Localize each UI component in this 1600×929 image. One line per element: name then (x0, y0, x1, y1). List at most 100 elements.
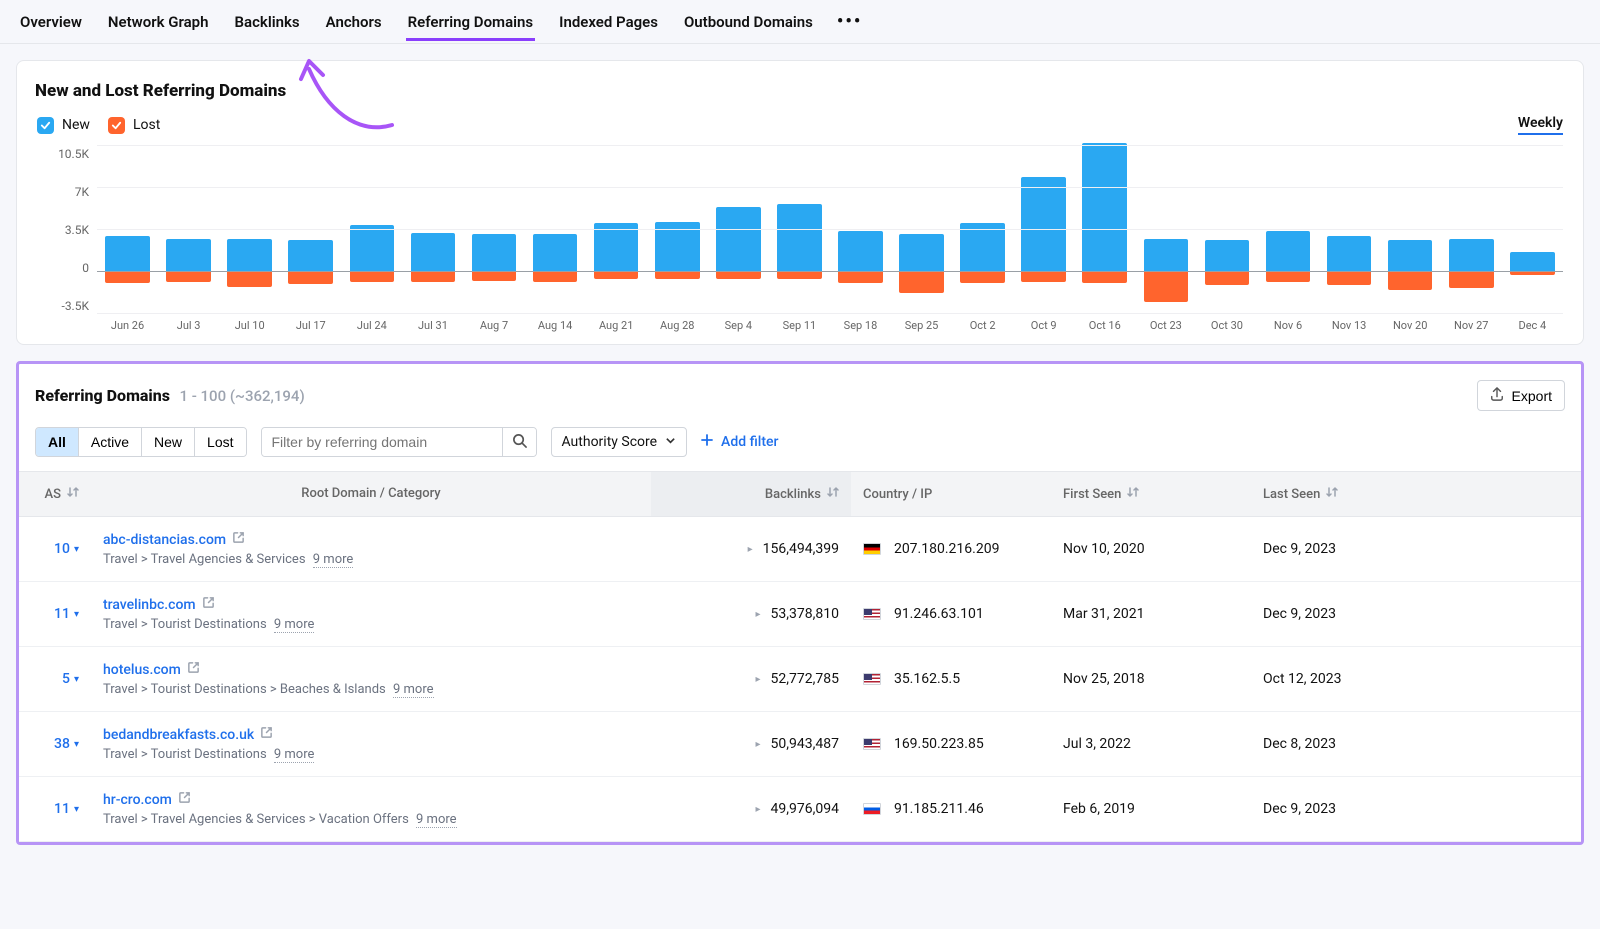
bar-lost (472, 271, 517, 281)
tab-indexed-pages[interactable]: Indexed Pages (557, 3, 660, 41)
bar-new (1327, 236, 1372, 271)
legend-item-new[interactable]: New (37, 117, 90, 134)
bar-new (411, 233, 456, 271)
category-more-link[interactable]: 9 more (393, 682, 434, 698)
category-more-link[interactable]: 9 more (416, 812, 457, 828)
more-tabs-icon[interactable]: ••• (837, 11, 862, 32)
th-ip-label: Country / IP (863, 487, 932, 502)
chevron-right-icon: ▸ (756, 674, 761, 685)
xtick-label: Nov 13 (1319, 319, 1380, 332)
chart-plot (97, 145, 1563, 313)
export-button[interactable]: Export (1477, 380, 1565, 411)
legend-swatch-new (37, 117, 54, 134)
add-filter-label: Add filter (721, 434, 778, 450)
cell-as[interactable]: 11 ▾ (19, 582, 91, 646)
category-path: Travel > Tourist Destinations 9 more (103, 617, 314, 632)
chevron-right-icon: ▸ (756, 739, 761, 750)
cell-first-seen: Nov 10, 2020 (1051, 517, 1251, 581)
segment-active[interactable]: Active (79, 428, 142, 456)
xtick-label: Aug 14 (525, 319, 586, 332)
grid-line (97, 313, 1563, 314)
category-path: Travel > Tourist Destinations 9 more (103, 747, 314, 762)
category-more-link[interactable]: 9 more (313, 552, 354, 568)
bar-lost (1449, 271, 1494, 288)
xtick-label: Oct 2 (952, 319, 1013, 332)
segment-all[interactable]: All (36, 428, 79, 456)
chart-panel-title: New and Lost Referring Domains (29, 77, 1571, 115)
cell-as[interactable]: 10 ▾ (19, 517, 91, 581)
domain-link[interactable]: hotelus.com (103, 661, 200, 678)
table-title: Referring Domains (35, 386, 170, 405)
tab-referring-domains[interactable]: Referring Domains (406, 3, 536, 41)
th-as[interactable]: AS (19, 472, 91, 516)
cell-backlinks[interactable]: ▸53,378,810 (651, 582, 851, 646)
flag-icon (863, 803, 881, 815)
cell-as[interactable]: 11 ▾ (19, 777, 91, 841)
xtick-label: Sep 18 (830, 319, 891, 332)
domain-link[interactable]: hr-cro.com (103, 791, 191, 808)
search-button[interactable] (502, 428, 536, 456)
legend-item-lost[interactable]: Lost (108, 117, 160, 134)
cell-backlinks[interactable]: ▸156,494,399 (651, 517, 851, 581)
domain-filter-input[interactable] (262, 428, 502, 456)
xtick-label: Jul 24 (341, 319, 402, 332)
chevron-down-icon: ▾ (74, 544, 79, 555)
tab-backlinks[interactable]: Backlinks (233, 3, 302, 41)
tab-network-graph[interactable]: Network Graph (106, 3, 211, 41)
xtick-label: Nov 20 (1380, 319, 1441, 332)
cell-as[interactable]: 38 ▾ (19, 712, 91, 776)
domain-link[interactable]: bedandbreakfasts.co.uk (103, 726, 273, 743)
period-selector[interactable]: Weekly (1518, 115, 1563, 135)
bar-new (594, 223, 639, 271)
domain-link[interactable]: travelinbc.com (103, 596, 215, 613)
segment-new[interactable]: New (142, 428, 195, 456)
bar-new (350, 225, 395, 271)
cell-backlinks[interactable]: ▸49,976,094 (651, 777, 851, 841)
cell-first-seen: Mar 31, 2021 (1051, 582, 1251, 646)
table-row: 5 ▾ hotelus.com Travel > Tourist Destina… (19, 647, 1581, 712)
bar-new (1082, 143, 1127, 271)
ytick-label: -3.5K (62, 299, 90, 313)
xtick-label: Jul 17 (280, 319, 341, 332)
ytick-label: 3.5K (65, 223, 89, 237)
th-domain[interactable]: Root Domain / Category (91, 472, 651, 516)
external-link-icon (178, 791, 191, 808)
bar-new (960, 223, 1005, 271)
sort-dropdown[interactable]: Authority Score (551, 427, 688, 457)
bar-new (1144, 239, 1189, 271)
cell-as[interactable]: 5 ▾ (19, 647, 91, 711)
external-link-icon (232, 531, 245, 548)
cell-backlinks[interactable]: ▸52,772,785 (651, 647, 851, 711)
sort-dropdown-label: Authority Score (562, 434, 658, 450)
table-header-row: AS Root Domain / Category Backlinks Coun… (19, 472, 1581, 517)
tab-anchors[interactable]: Anchors (324, 3, 384, 41)
xtick-label: Jul 10 (219, 319, 280, 332)
tab-outbound-domains[interactable]: Outbound Domains (682, 3, 815, 41)
chart-panel: New and Lost Referring Domains New Lost … (16, 60, 1584, 345)
table-row: 11 ▾ hr-cro.com Travel > Travel Agencies… (19, 777, 1581, 842)
flag-icon (863, 543, 881, 555)
th-backlinks[interactable]: Backlinks (651, 472, 851, 516)
cell-ip: 91.185.211.46 (851, 777, 1051, 841)
xtick-label: Oct 16 (1074, 319, 1135, 332)
th-first-seen[interactable]: First Seen (1051, 472, 1251, 516)
cell-backlinks[interactable]: ▸50,943,487 (651, 712, 851, 776)
th-country-ip[interactable]: Country / IP (851, 472, 1051, 516)
export-label: Export (1512, 388, 1552, 404)
table-row: 11 ▾ travelinbc.com Travel > Tourist Des… (19, 582, 1581, 647)
tab-overview[interactable]: Overview (18, 3, 84, 41)
bar-new (166, 239, 211, 271)
domain-link[interactable]: abc-distancias.com (103, 531, 245, 548)
cell-domain: travelinbc.com Travel > Tourist Destinat… (91, 582, 651, 646)
bar-lost (533, 271, 578, 282)
category-more-link[interactable]: 9 more (274, 747, 315, 763)
chevron-down-icon: ▾ (74, 739, 79, 750)
category-path: Travel > Tourist Destinations > Beaches … (103, 682, 434, 697)
th-last-seen[interactable]: Last Seen (1251, 472, 1581, 516)
category-more-link[interactable]: 9 more (274, 617, 315, 633)
xtick-label: Jul 3 (158, 319, 219, 332)
chevron-down-icon (665, 434, 676, 450)
segment-lost[interactable]: Lost (195, 428, 245, 456)
add-filter-button[interactable]: Add filter (701, 434, 778, 450)
th-last-label: Last Seen (1263, 487, 1320, 502)
